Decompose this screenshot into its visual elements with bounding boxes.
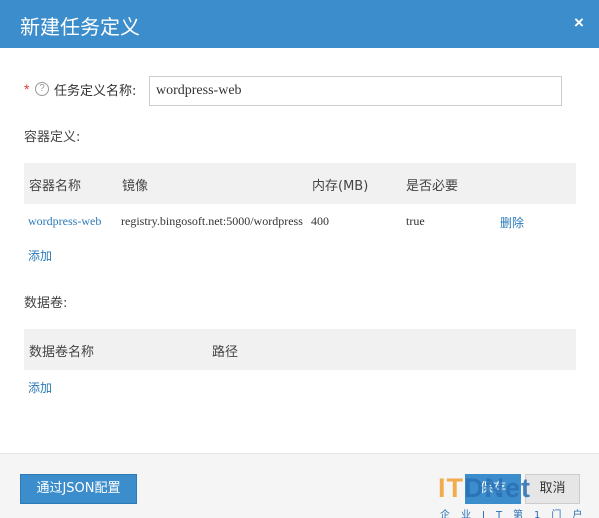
add-volume-link[interactable]: 添加 bbox=[28, 379, 52, 396]
column-container-name: 容器名称 bbox=[29, 179, 82, 194]
task-name-row: * ? 任务定义名称: bbox=[24, 76, 564, 106]
containers-table-header: 容器名称 镜像 内存(MB) 是否必要 bbox=[24, 163, 576, 204]
close-icon[interactable]: × bbox=[571, 14, 587, 32]
table-row: wordpress-web registry.bingosoft.net:500… bbox=[24, 204, 576, 238]
container-essential: true bbox=[406, 214, 425, 228]
column-essential: 是否必要 bbox=[406, 179, 459, 194]
containers-section-title: 容器定义: bbox=[24, 130, 81, 145]
modal-header: 新建任务定义 × bbox=[0, 0, 599, 48]
task-name-label: 任务定义名称: bbox=[54, 84, 137, 99]
volumes-section-title: 数据卷: bbox=[24, 296, 68, 311]
column-image: 镜像 bbox=[122, 179, 149, 194]
volumes-table-header: 数据卷名称 路径 bbox=[24, 329, 576, 370]
json-config-button[interactable]: 通过JSON配置 bbox=[20, 474, 137, 504]
column-volume-name: 数据卷名称 bbox=[29, 345, 95, 360]
required-mark: * bbox=[24, 81, 30, 97]
container-name-link[interactable]: wordpress-web bbox=[28, 214, 101, 229]
modal-title: 新建任务定义 bbox=[20, 15, 140, 39]
column-memory: 内存(MB) bbox=[312, 179, 369, 194]
task-name-input[interactable] bbox=[149, 76, 562, 106]
container-memory: 400 bbox=[311, 214, 329, 228]
watermark-logo: ITDNet 企业IT第1门户 bbox=[438, 473, 594, 518]
add-container-link[interactable]: 添加 bbox=[28, 247, 52, 264]
help-icon[interactable]: ? bbox=[35, 82, 49, 96]
delete-link[interactable]: 删除 bbox=[500, 214, 524, 231]
column-path: 路径 bbox=[212, 345, 239, 360]
container-image: registry.bingosoft.net:5000/wordpress bbox=[121, 214, 303, 228]
